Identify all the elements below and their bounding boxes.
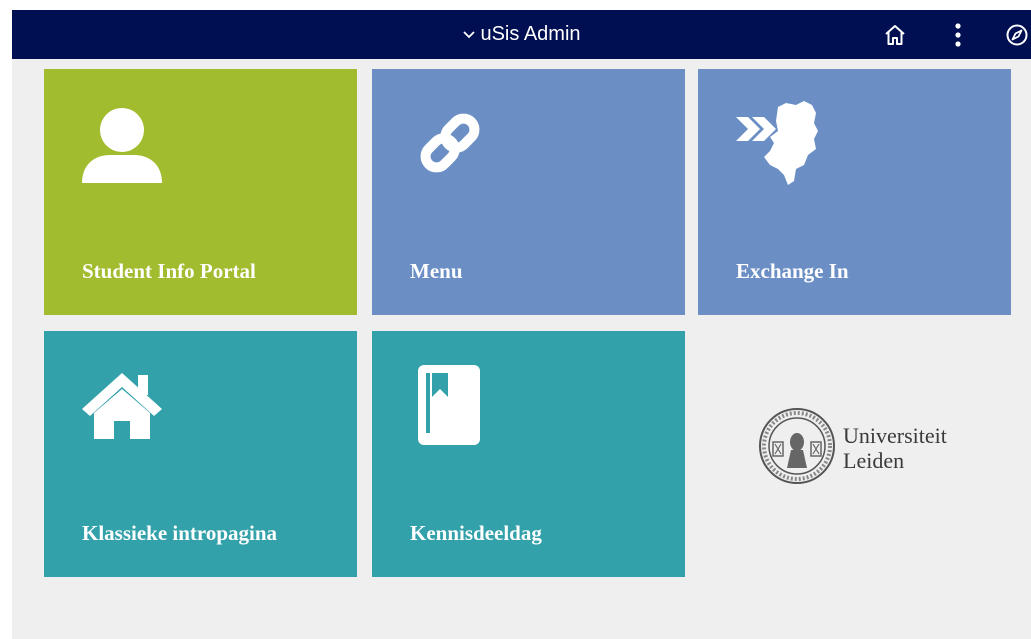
exchange-netherlands-icon bbox=[734, 99, 824, 196]
user-icon bbox=[80, 103, 164, 192]
link-icon bbox=[412, 105, 488, 186]
tile-student-info-portal[interactable]: Student Info Portal bbox=[44, 69, 357, 315]
tile-exchange-in[interactable]: Exchange In bbox=[698, 69, 1011, 315]
tile-label: Kennisdeeldag bbox=[410, 521, 542, 545]
tile-label: Klassieke intropagina bbox=[82, 521, 278, 545]
book-icon bbox=[418, 365, 480, 450]
chevron-down-icon bbox=[462, 30, 476, 40]
tile-label: Exchange In bbox=[736, 259, 849, 283]
university-logo: Universiteit Leiden bbox=[757, 398, 967, 498]
compass-icon[interactable] bbox=[1002, 20, 1031, 50]
app-title: uSis Admin bbox=[480, 23, 581, 45]
university-seal-icon bbox=[757, 406, 837, 491]
tile-menu[interactable]: Menu bbox=[372, 69, 685, 315]
tile-klassieke-intropagina[interactable]: Klassieke intropagina bbox=[44, 331, 357, 577]
logo-line-2: Leiden bbox=[843, 448, 905, 473]
house-icon bbox=[80, 369, 164, 446]
logo-line-1: Universiteit bbox=[843, 423, 947, 448]
tile-kennisdeeldag[interactable]: Kennisdeeldag bbox=[372, 331, 685, 577]
top-bar: uSis Admin bbox=[12, 10, 1031, 59]
more-vertical-icon[interactable] bbox=[943, 20, 973, 50]
home-icon[interactable] bbox=[880, 20, 910, 50]
app-switcher[interactable]: uSis Admin bbox=[12, 10, 1031, 59]
page: uSis Admin Student Info Portal Menu Exch… bbox=[12, 10, 1031, 639]
tile-label: Menu bbox=[410, 259, 463, 283]
tile-label: Student Info Portal bbox=[82, 259, 256, 283]
